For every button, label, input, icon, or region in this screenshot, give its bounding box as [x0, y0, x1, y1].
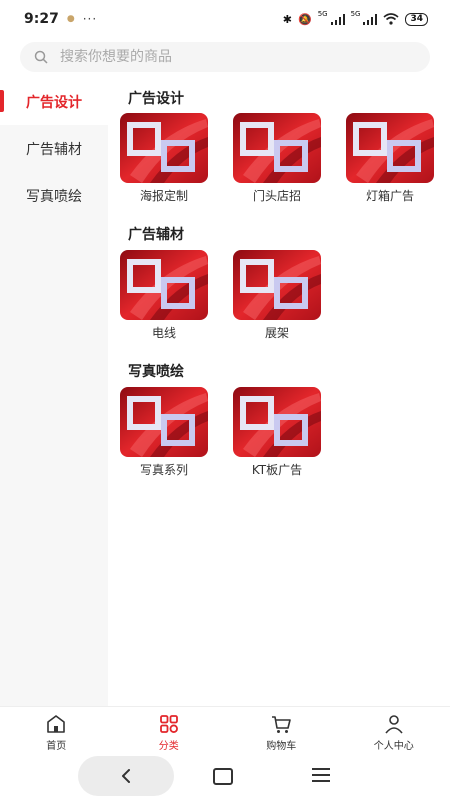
back-button[interactable]	[78, 756, 174, 796]
category-sidebar: 广告设计 广告辅材 写真喷绘	[0, 78, 108, 706]
product-thumbnail	[120, 113, 208, 183]
network-type-1: 5G	[317, 10, 328, 18]
product-label: 展架	[264, 326, 289, 340]
product-tile[interactable]: 灯箱广告	[345, 113, 435, 204]
product-thumbnail	[233, 387, 321, 457]
recent-apps-button[interactable]	[312, 768, 330, 786]
section-title: 写真喷绘	[128, 364, 184, 380]
product-tile[interactable]: 门头店招	[232, 113, 322, 204]
tab-cart[interactable]: 购物车	[225, 707, 338, 757]
product-label: 灯箱广告	[365, 189, 414, 203]
product-thumbnail	[233, 250, 321, 320]
home-button[interactable]	[213, 768, 233, 785]
wifi-icon	[383, 13, 399, 25]
product-thumbnail	[120, 387, 208, 457]
category-icon	[159, 714, 178, 733]
tab-category[interactable]: 分类	[113, 707, 226, 757]
product-tile[interactable]: 写真系列	[119, 387, 209, 478]
product-thumbnail	[233, 113, 321, 183]
signal-icon-2	[363, 13, 378, 25]
sidebar-item-ad-design[interactable]: 广告设计	[0, 78, 108, 125]
status-left: 9:27 ● ···	[24, 11, 97, 27]
product-label: 写真系列	[139, 463, 188, 477]
cart-icon	[272, 715, 292, 733]
product-label: 门头店招	[252, 189, 301, 203]
search-bar[interactable]	[20, 42, 430, 72]
bluetooth-icon: ✱	[282, 12, 292, 26]
system-navigation-bar	[0, 756, 450, 800]
tab-profile[interactable]: 个人中心	[338, 707, 450, 757]
tab-home[interactable]: 首页	[0, 707, 113, 757]
search-icon	[34, 50, 48, 64]
product-thumbnail	[120, 250, 208, 320]
section-title: 广告辅材	[128, 227, 184, 243]
user-icon	[385, 714, 403, 734]
home-icon	[47, 714, 66, 733]
product-label: 电线	[151, 326, 176, 340]
notification-icon: ●	[66, 14, 75, 24]
search-input[interactable]	[58, 48, 402, 66]
product-tile[interactable]: 展架	[232, 250, 322, 341]
signal-icon	[330, 13, 345, 25]
tab-label: 首页	[46, 740, 67, 752]
tab-label: 个人中心	[373, 740, 414, 752]
product-label: 海报定制	[139, 189, 188, 203]
product-label: KT板广告	[251, 463, 303, 477]
sidebar-item-label: 写真喷绘	[26, 188, 82, 205]
sidebar-item-label: 广告辅材	[26, 141, 82, 158]
section-title: 广告设计	[128, 91, 184, 107]
sidebar-item-label: 广告设计	[26, 94, 82, 111]
status-bar: 9:27 ● ··· ✱ 🔕 5G 5G 34	[0, 0, 450, 38]
chevron-left-icon	[122, 769, 130, 783]
category-content: 广告设计 海报定制 门头店招 灯箱广告 广告辅材 电线 展架 写真喷绘 写真系列…	[108, 78, 450, 706]
status-time: 9:27	[24, 11, 59, 27]
product-tile[interactable]: 电线	[119, 250, 209, 341]
status-right: ✱ 🔕 5G 5G 34	[282, 10, 428, 26]
product-tile[interactable]: 海报定制	[119, 113, 209, 204]
bottom-tab-bar: 首页 分类 购物车 个人中心	[0, 706, 450, 757]
network-type-2: 5G	[350, 10, 361, 18]
more-notifications-icon: ···	[82, 12, 98, 26]
product-tile[interactable]: KT板广告	[232, 387, 322, 478]
sidebar-item-photo-printing[interactable]: 写真喷绘	[0, 172, 108, 219]
battery-indicator: 34	[405, 12, 428, 26]
product-thumbnail	[346, 113, 434, 183]
mute-icon: 🔕	[297, 12, 312, 26]
tab-label: 购物车	[266, 740, 297, 752]
tab-label: 分类	[158, 740, 179, 752]
sidebar-item-ad-materials[interactable]: 广告辅材	[0, 125, 108, 172]
